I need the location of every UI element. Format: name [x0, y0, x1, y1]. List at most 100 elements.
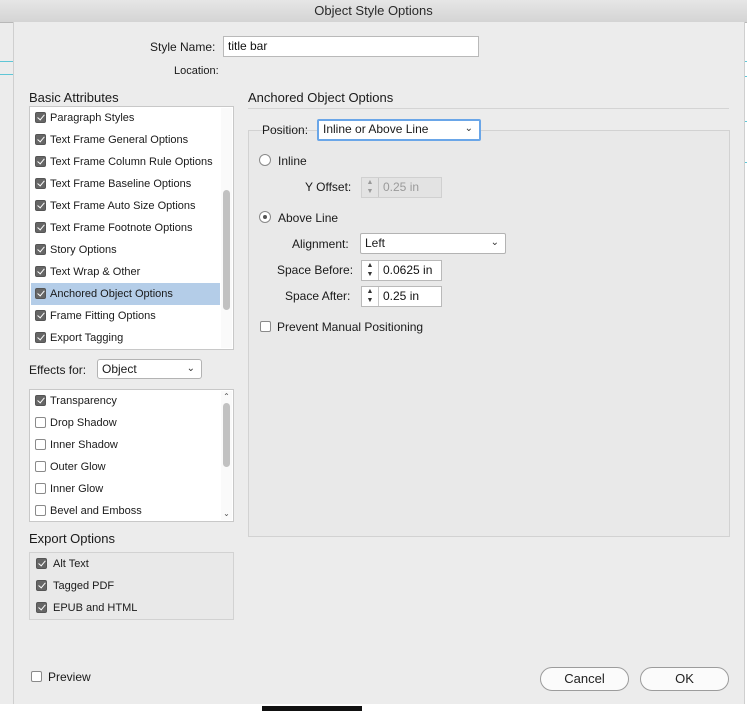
basic-attribute-row[interactable]: Export Tagging — [31, 327, 220, 349]
scroll-down-icon[interactable]: ⌄ — [221, 509, 232, 519]
basic-attribute-row[interactable]: Paragraph Styles — [31, 107, 220, 129]
style-name-label: Style Name: — [150, 40, 216, 54]
space-before-label: Space Before: — [277, 263, 354, 277]
alignment-value: Left — [365, 236, 386, 250]
export-option-row[interactable]: EPUB and HTML — [31, 597, 220, 619]
basic-attribute-row[interactable]: Text Frame General Options — [31, 129, 220, 151]
checkmark-icon[interactable] — [35, 395, 46, 406]
scroll-thumb[interactable] — [223, 190, 230, 310]
alignment-dropdown[interactable]: Left ⌄ — [360, 233, 506, 254]
position-dropdown[interactable]: Inline or Above Line ⌄ — [317, 119, 481, 141]
export-option-label: Alt Text — [53, 558, 89, 570]
prevent-manual-positioning-label: Prevent Manual Positioning — [277, 320, 424, 334]
document-background — [0, 704, 747, 711]
export-option-label: Tagged PDF — [53, 580, 115, 592]
effect-label: Outer Glow — [50, 461, 106, 473]
chevron-down-icon: ⌄ — [186, 363, 195, 374]
effect-label: Transparency — [50, 395, 117, 407]
checkbox[interactable] — [35, 461, 46, 472]
basic-attribute-label: Text Frame Baseline Options — [50, 178, 192, 190]
basic-attribute-row[interactable]: Text Frame Baseline Options — [31, 173, 220, 195]
basic-attribute-row[interactable]: Text Wrap & Other — [31, 261, 220, 283]
checkmark-icon[interactable] — [35, 178, 46, 189]
section-divider — [248, 108, 729, 109]
space-before-value[interactable]: 0.0625 in — [383, 261, 432, 280]
window-title: Object Style Options — [0, 0, 747, 23]
effect-row[interactable]: Bevel and Emboss — [31, 500, 220, 522]
guide-line — [0, 61, 13, 62]
effects-for-dropdown[interactable]: Object ⌄ — [97, 359, 202, 379]
checkmark-icon[interactable] — [35, 288, 46, 299]
basic-attributes-title: Basic Attributes — [29, 90, 119, 105]
effects-scrollbar[interactable]: ⌃ ⌄ — [221, 391, 232, 520]
effect-label: Inner Shadow — [50, 439, 118, 451]
scroll-thumb[interactable] — [223, 403, 230, 467]
y-offset-stepper: ▲ ▼ 0.25 in — [361, 177, 442, 198]
checkmark-icon[interactable] — [35, 310, 46, 321]
position-label: Position: — [262, 123, 309, 137]
effect-row[interactable]: Drop Shadow — [31, 412, 220, 434]
basic-attribute-label: Anchored Object Options — [50, 288, 173, 300]
inline-radio[interactable] — [259, 154, 271, 166]
preview-checkbox[interactable] — [31, 671, 42, 682]
checkmark-icon[interactable] — [36, 558, 47, 569]
alignment-label: Alignment: — [292, 237, 349, 251]
stepper-arrows-icon[interactable]: ▲ ▼ — [362, 261, 379, 280]
effects-list: Transparency Drop Shadow Inner Shadow Outer… — [29, 389, 234, 522]
space-after-stepper[interactable]: ▲ ▼ 0.25 in — [361, 286, 442, 307]
basic-attribute-label: Export Tagging — [50, 332, 124, 344]
export-options-title: Export Options — [29, 531, 115, 546]
basic-attribute-label: Text Wrap & Other — [50, 266, 141, 278]
checkmark-icon[interactable] — [35, 156, 46, 167]
basic-attribute-row[interactable]: Story Options — [31, 239, 220, 261]
position-value: Inline or Above Line — [323, 122, 429, 136]
space-after-value[interactable]: 0.25 in — [383, 287, 419, 306]
checkmark-icon[interactable] — [35, 222, 46, 233]
basic-attribute-row[interactable]: Frame Fitting Options — [31, 305, 220, 327]
checkmark-icon[interactable] — [35, 332, 46, 343]
checkmark-icon[interactable] — [35, 244, 46, 255]
checkmark-icon[interactable] — [36, 580, 47, 591]
checkmark-icon[interactable] — [36, 602, 47, 613]
checkmark-icon[interactable] — [35, 134, 46, 145]
scroll-up-icon[interactable]: ⌃ — [221, 392, 232, 402]
above-line-label: Above Line — [278, 211, 339, 225]
basic-attribute-row[interactable]: Text Frame Auto Size Options — [31, 195, 220, 217]
ok-button[interactable]: OK — [640, 667, 729, 691]
basic-attribute-row[interactable]: Anchored Object Options — [31, 283, 220, 305]
checkmark-icon[interactable] — [35, 200, 46, 211]
inline-label: Inline — [278, 154, 307, 168]
checkbox[interactable] — [35, 483, 46, 494]
basic-attribute-label: Text Frame Footnote Options — [50, 222, 193, 234]
export-option-row[interactable]: Tagged PDF — [31, 575, 220, 597]
checkbox[interactable] — [35, 439, 46, 450]
effect-row[interactable]: Outer Glow — [31, 456, 220, 478]
basic-attribute-label: Text Frame General Options — [50, 134, 189, 146]
checkbox[interactable] — [35, 417, 46, 428]
stepper-arrows-icon[interactable]: ▲ ▼ — [362, 287, 379, 306]
checkmark-icon[interactable] — [35, 112, 46, 123]
checkmark-icon[interactable] — [35, 266, 46, 277]
above-line-radio[interactable] — [259, 211, 271, 223]
effects-for-value: Object — [102, 362, 137, 376]
basic-attribute-label: Frame Fitting Options — [50, 310, 156, 322]
basic-attribute-label: Story Options — [50, 244, 117, 256]
cancel-button[interactable]: Cancel — [540, 667, 629, 691]
prevent-manual-positioning-checkbox[interactable] — [260, 321, 271, 332]
style-name-field[interactable]: title bar — [223, 36, 479, 57]
preview-label: Preview — [48, 670, 91, 684]
export-option-row[interactable]: Alt Text — [31, 553, 220, 575]
anchored-options-title: Anchored Object Options — [248, 90, 394, 105]
space-before-stepper[interactable]: ▲ ▼ 0.0625 in — [361, 260, 442, 281]
chevron-down-icon: ⌄ — [464, 123, 473, 134]
effect-label: Bevel and Emboss — [50, 505, 142, 517]
basic-attribute-label: Text Frame Auto Size Options — [50, 200, 196, 212]
effect-row[interactable]: Inner Shadow — [31, 434, 220, 456]
basic-attribute-row[interactable]: Text Frame Column Rule Options — [31, 151, 220, 173]
export-options-list: Alt Text Tagged PDF EPUB and HTML — [29, 552, 234, 620]
basic-attributes-scrollbar[interactable] — [221, 108, 232, 348]
effect-row[interactable]: Transparency — [31, 390, 220, 412]
effect-row[interactable]: Inner Glow — [31, 478, 220, 500]
basic-attribute-row[interactable]: Text Frame Footnote Options — [31, 217, 220, 239]
checkbox[interactable] — [35, 505, 46, 516]
